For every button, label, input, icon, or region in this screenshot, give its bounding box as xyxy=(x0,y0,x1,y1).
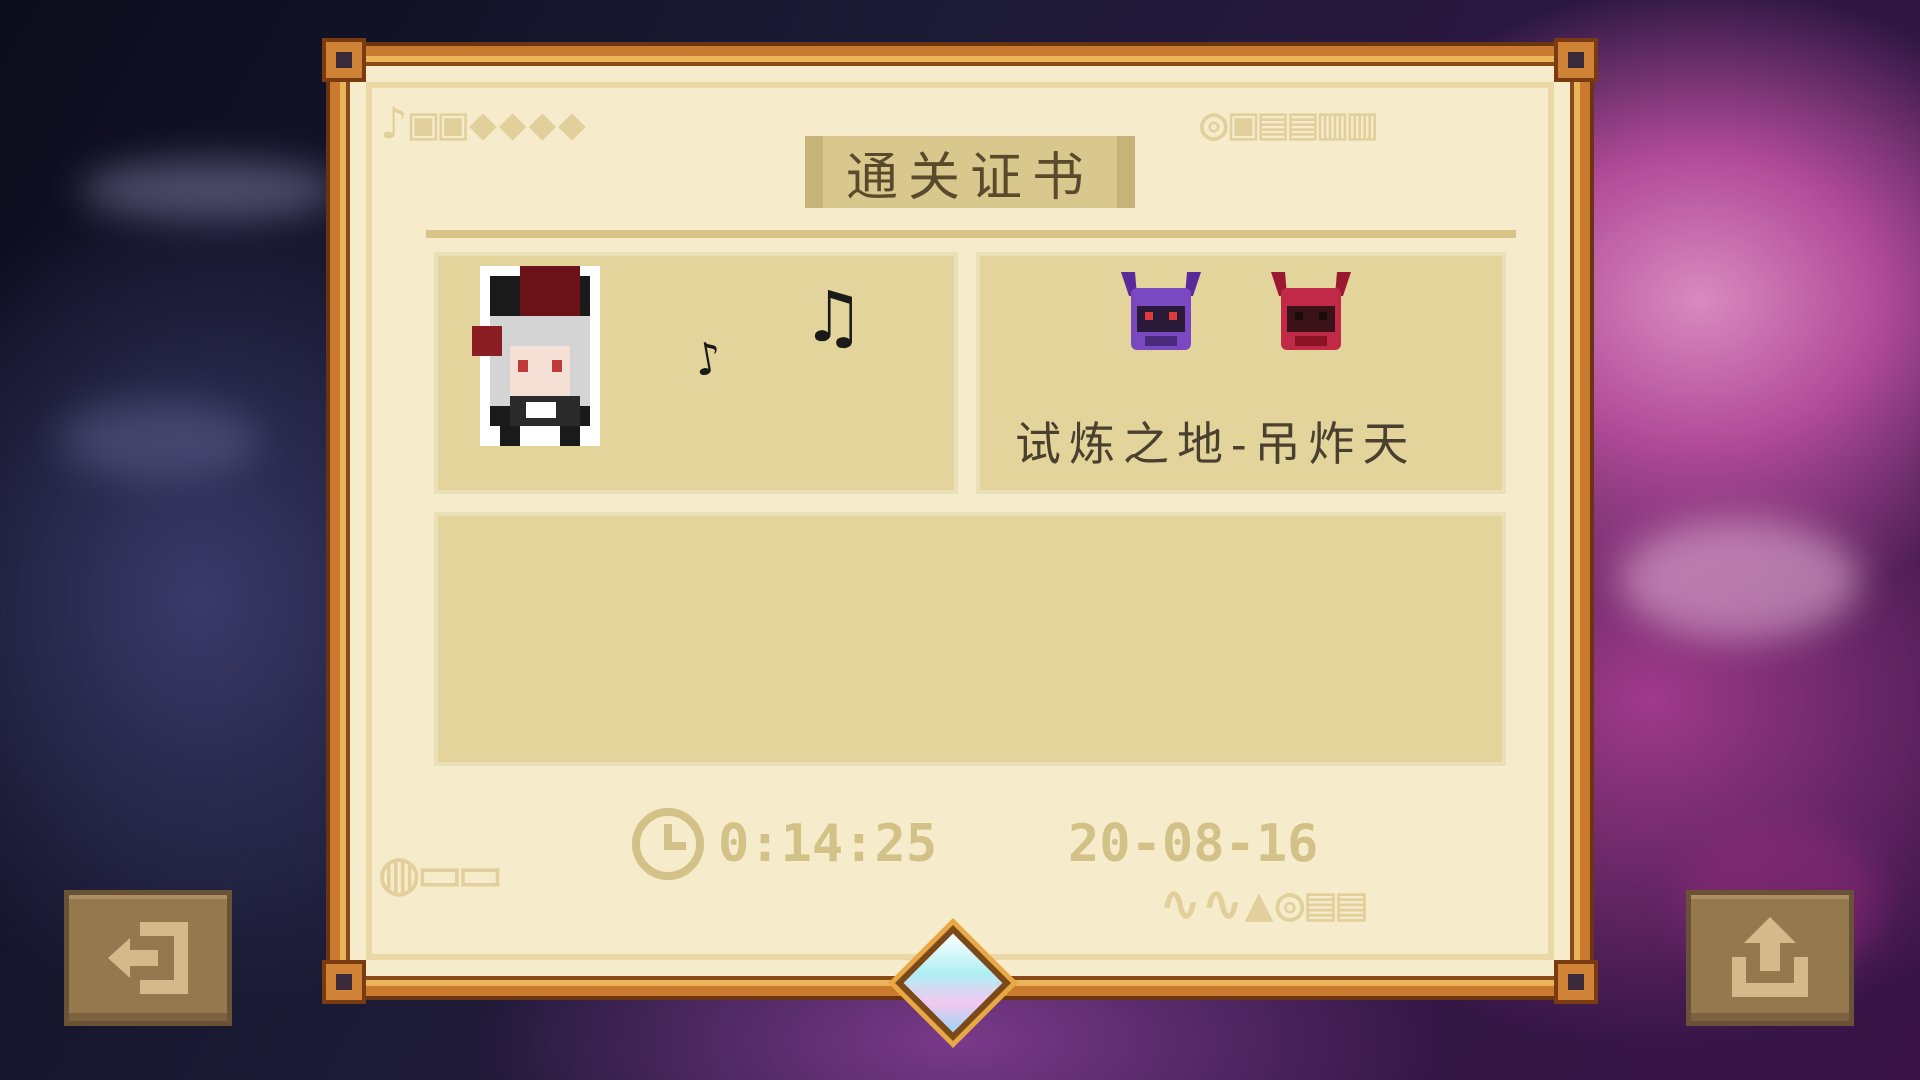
frame-corner xyxy=(1554,960,1598,1004)
purple-horned-helmet-icon xyxy=(1115,266,1207,362)
clock-icon xyxy=(630,806,706,886)
frame-corner xyxy=(322,38,366,82)
clear-time: 0:14:25 xyxy=(718,814,938,874)
ornament-top-left: ♪▣▣◆◆◆◆ xyxy=(380,96,588,150)
certificate-frame: ♪▣▣◆◆◆◆ ◎▣▤▤▥▥ ◍▭▭ ∿∿▲◎▤▤ 通关证书 ♪ ♫ 试炼之地-… xyxy=(322,38,1598,1004)
ornament-bottom-left: ◍▭▭ xyxy=(380,836,502,910)
title-banner: 通关证书 xyxy=(805,136,1135,208)
stage-name: 试炼之地-吊炸天 xyxy=(1015,417,1417,471)
eighth-note-icon: ♪ xyxy=(689,331,727,388)
certificate-title: 通关证书 xyxy=(845,147,1094,208)
exit-door-icon xyxy=(108,922,188,994)
frame-corner xyxy=(1554,38,1598,82)
red-horned-helmet-icon xyxy=(1265,266,1357,362)
clear-date: 20-08-16 xyxy=(1068,814,1319,874)
background-wisp xyxy=(60,400,260,480)
share-upload-icon xyxy=(1732,917,1808,997)
ornament-top-right: ◎▣▤▤▥▥ xyxy=(1200,96,1379,150)
background-wisp xyxy=(80,160,340,220)
ornament-bottom-right: ∿∿▲◎▤▤ xyxy=(1160,876,1369,932)
beamed-notes-icon: ♫ xyxy=(802,276,865,358)
frame-corner xyxy=(322,960,366,1004)
exit-button[interactable] xyxy=(64,890,232,1026)
title-divider xyxy=(426,230,1516,238)
rewards-panel xyxy=(434,512,1506,766)
share-button[interactable] xyxy=(1686,890,1854,1026)
background-wisp xyxy=(1620,520,1860,640)
player-character-sprite xyxy=(460,256,630,466)
